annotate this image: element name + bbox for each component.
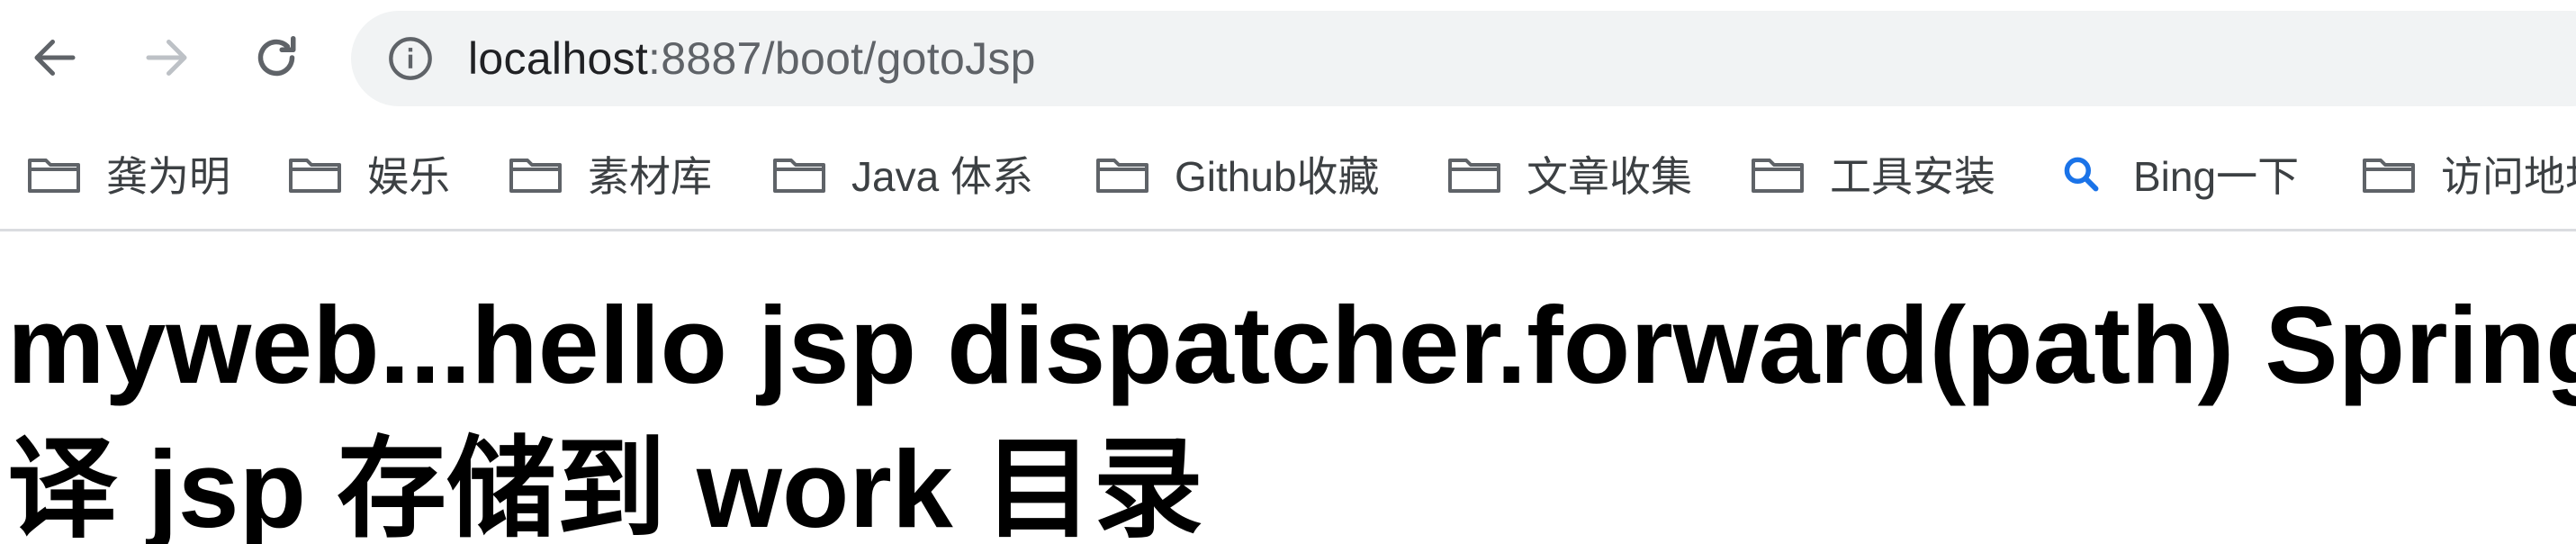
url-path: :8887/boot/gotoJsp — [648, 33, 1036, 84]
bookmark-label: 龚为明 — [106, 153, 230, 200]
bookmark-label: Github收藏 — [1175, 153, 1380, 200]
bookmark-folder-1[interactable]: 龚为明 — [27, 119, 230, 229]
folder-icon — [1752, 159, 1804, 193]
bookmark-label: 文章收集 — [1527, 153, 1692, 200]
bookmark-label: 娱乐 — [367, 153, 450, 200]
bookmark-label: 工具安装 — [1830, 153, 1995, 200]
url-text[interactable]: localhost:8887/boot/gotoJsp — [468, 11, 1036, 106]
bookmark-folder-3[interactable]: 素材库 — [509, 119, 712, 229]
bookmark-folder-8[interactable]: 访问地址 — [2362, 119, 2576, 229]
bookmark-label: 访问地址 — [2441, 153, 2576, 200]
reload-icon — [257, 36, 296, 77]
folder-icon — [773, 159, 825, 193]
url-host: localhost — [468, 33, 649, 84]
bookmark-folder-2[interactable]: 娱乐 — [288, 119, 450, 229]
folder-icon — [1448, 159, 1500, 193]
bookmark-bing[interactable]: Bing一下 — [2061, 119, 2299, 229]
page-content: myweb...hello jsp dispatcher.forward(pat… — [0, 231, 2576, 544]
forward-button[interactable] — [135, 23, 198, 92]
bookmark-label: Bing一下 — [2133, 153, 2300, 200]
back-button[interactable] — [23, 23, 86, 92]
folder-icon — [2363, 159, 2415, 193]
browser-toolbar: localhost:8887/boot/gotoJsp — [0, 0, 2576, 119]
search-icon — [2064, 157, 2099, 192]
bookmark-folder-5[interactable]: Github收藏 — [1095, 119, 1380, 229]
arrow-left-icon — [34, 40, 76, 76]
bookmark-label: 素材库 — [588, 153, 712, 200]
page-heading: myweb...hello jsp dispatcher.forward(pat… — [7, 284, 2576, 544]
site-info-icon[interactable] — [387, 35, 434, 82]
bookmark-folder-6[interactable]: 文章收集 — [1447, 119, 1692, 229]
address-bar[interactable]: localhost:8887/boot/gotoJsp — [351, 11, 2576, 106]
arrow-right-icon — [146, 40, 187, 76]
bookmarks-bar: 龚为明 娱乐 素材库 Java 体系 Github收藏 文章收集 工具安装 Bi… — [0, 119, 2576, 231]
folder-icon — [28, 159, 80, 193]
folder-icon — [509, 159, 562, 193]
folder-icon — [289, 159, 341, 193]
folder-icon — [1096, 159, 1148, 193]
bookmark-folder-4[interactable]: Java 体系 — [772, 119, 1033, 229]
reload-button[interactable] — [245, 23, 308, 92]
bookmark-label: Java 体系 — [851, 153, 1033, 200]
bookmark-folder-7[interactable]: 工具安装 — [1751, 119, 1995, 229]
